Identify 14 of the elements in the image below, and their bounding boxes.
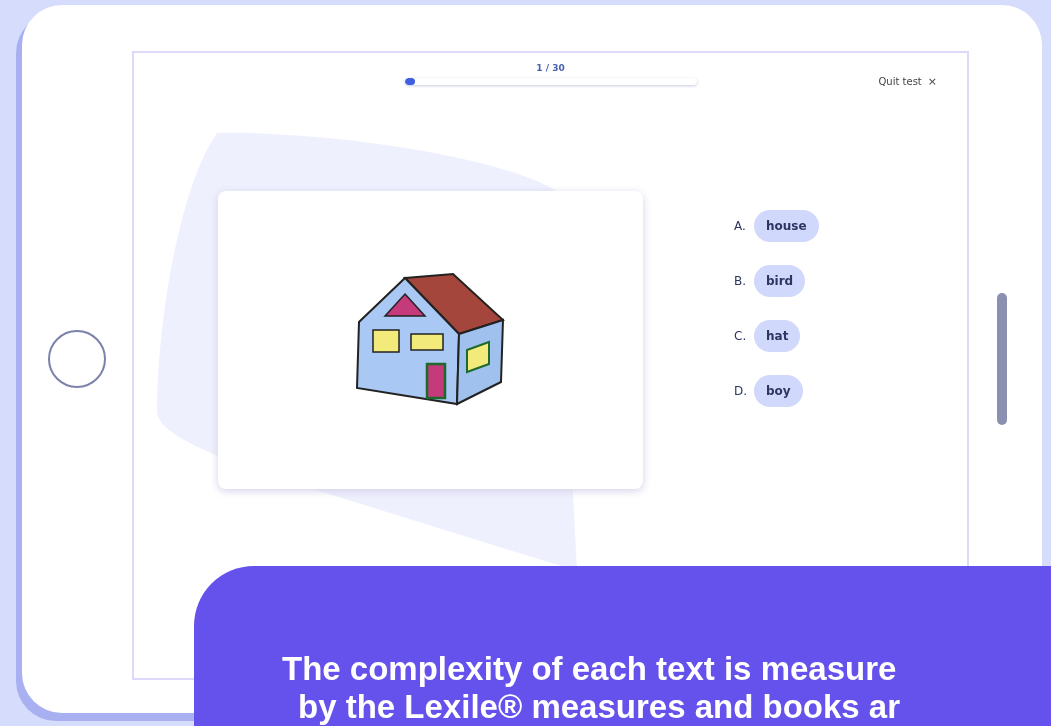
answer-option[interactable]: hat	[754, 320, 801, 352]
option-letter: B.	[734, 274, 748, 288]
caption-text: by the Lexile® measures and books ar	[297, 688, 902, 726]
option-letter: C.	[734, 329, 748, 343]
answer-option[interactable]: bird	[754, 265, 806, 297]
answer-option[interactable]: boy	[754, 375, 803, 407]
caption-text: The complexity of each text is measure	[281, 650, 898, 688]
answer-option[interactable]: house	[754, 210, 819, 242]
option-letter: D.	[734, 384, 748, 398]
question-counter: 1 / 30	[536, 63, 565, 73]
home-button[interactable]	[48, 330, 106, 388]
quit-test-button[interactable]: Quit test	[878, 76, 922, 87]
option-letter: A.	[734, 219, 747, 233]
close-button[interactable]: ×	[927, 75, 937, 88]
